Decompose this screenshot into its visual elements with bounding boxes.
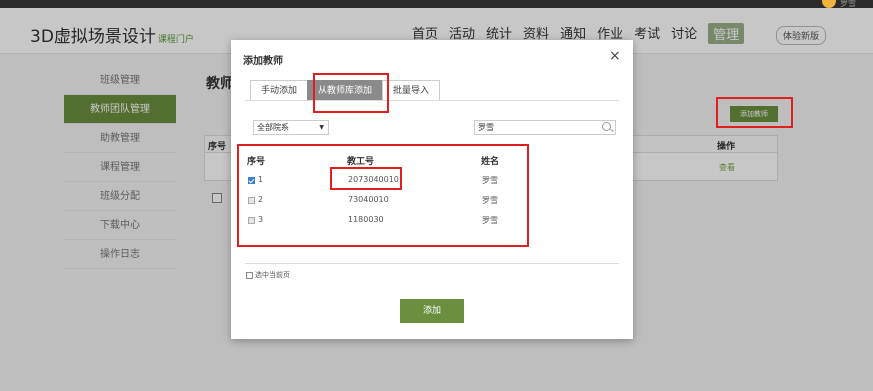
search-input[interactable]: 罗雪 [474, 120, 616, 135]
column-seq: 序号 [247, 157, 266, 167]
tab-manual-add[interactable]: 手动添加 [250, 80, 309, 100]
select-page-label: 选中当前页 [255, 271, 290, 279]
row-name: 罗雪 [482, 176, 498, 185]
tab-batch-import[interactable]: 批量导入 [382, 80, 441, 100]
column-name: 姓名 [481, 157, 500, 167]
search-icon[interactable] [602, 122, 611, 131]
row-checkbox[interactable] [248, 197, 255, 204]
top-strip [0, 0, 873, 8]
row-staff-id: 73040010 [348, 195, 389, 204]
row-name: 罗雪 [482, 196, 498, 205]
confirm-add-button[interactable]: 添加 [400, 299, 464, 323]
dialog-title: 添加教师 [243, 56, 283, 67]
search-input-value: 罗雪 [478, 123, 494, 132]
row-staff-id: 1180030 [348, 215, 384, 224]
row-seq: 3 [258, 215, 264, 224]
column-staff-id: 教工号 [347, 157, 375, 167]
row-name: 罗雪 [482, 216, 498, 225]
list-item[interactable]: 3 1180030 罗雪 [248, 212, 518, 232]
close-icon[interactable]: × [609, 48, 621, 64]
row-checkbox[interactable] [248, 177, 255, 184]
footer-divider [245, 263, 619, 264]
department-select[interactable]: 全部院系 ▼ [253, 120, 329, 135]
list-item[interactable]: 2 73040010 罗雪 [248, 192, 518, 212]
caret-down-icon: ▼ [319, 124, 324, 131]
row-seq: 2 [258, 195, 264, 204]
list-item[interactable]: 1 2073040010 罗雪 [248, 172, 518, 192]
row-seq: 1 [258, 175, 264, 184]
department-select-value: 全部院系 [257, 123, 289, 132]
add-teacher-dialog: 添加教师 × 手动添加 从教师库添加 批量导入 全部院系 ▼ 罗雪 序号 教工号… [231, 40, 633, 339]
select-current-page[interactable]: 选中当前页 [246, 270, 290, 280]
row-checkbox[interactable] [248, 217, 255, 224]
row-staff-id: 2073040010 [348, 175, 399, 184]
select-page-checkbox[interactable] [246, 271, 253, 279]
dialog-tabs: 手动添加 从教师库添加 批量导入 [250, 80, 441, 100]
tab-from-library[interactable]: 从教师库添加 [307, 80, 384, 100]
tab-divider [245, 100, 619, 101]
